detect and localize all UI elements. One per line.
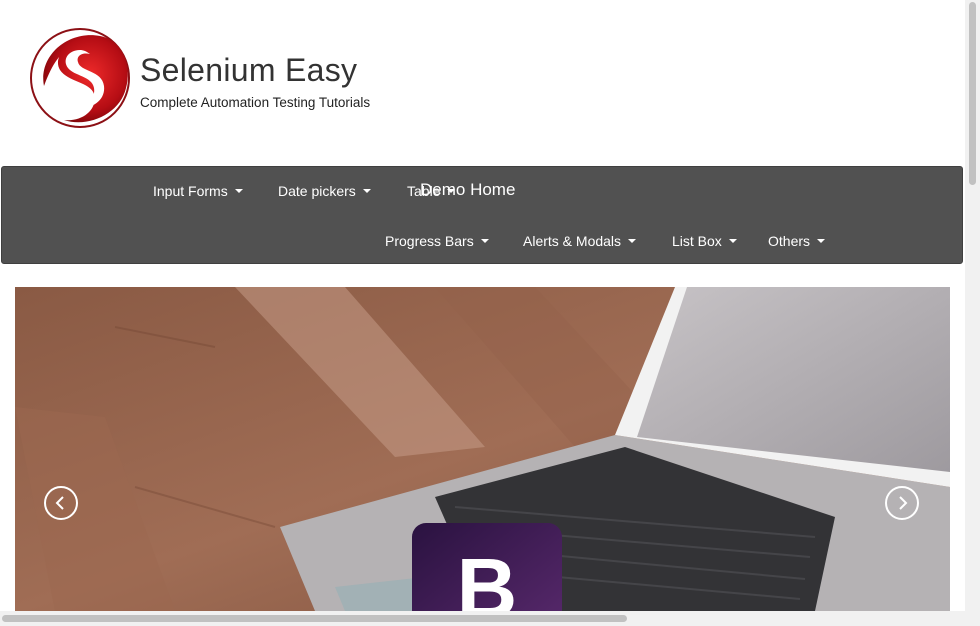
caret-down-icon bbox=[728, 239, 737, 243]
main-navbar: Input Forms Date pickers Table Demo Home… bbox=[1, 166, 963, 264]
nav-list-box-label: List Box bbox=[672, 233, 722, 249]
carousel-prev-button[interactable] bbox=[44, 486, 78, 520]
carousel-next-button[interactable] bbox=[885, 486, 919, 520]
nav-others[interactable]: Others bbox=[768, 233, 826, 249]
caret-down-icon bbox=[480, 239, 489, 243]
chevron-left-icon bbox=[55, 496, 64, 510]
nav-progress-bars-label: Progress Bars bbox=[385, 233, 474, 249]
nav-date-pickers-label: Date pickers bbox=[278, 183, 356, 199]
caret-down-icon bbox=[362, 189, 371, 193]
vertical-scrollbar-thumb[interactable] bbox=[969, 2, 976, 185]
vertical-scrollbar[interactable] bbox=[965, 0, 980, 611]
hero-carousel: B bbox=[15, 287, 950, 611]
scrollbar-corner bbox=[965, 611, 980, 626]
selenium-easy-logo-icon bbox=[30, 28, 130, 128]
site-subtitle: Complete Automation Testing Tutorials bbox=[140, 95, 371, 110]
demo-home-link[interactable]: Demo Home bbox=[420, 180, 515, 200]
horizontal-scrollbar[interactable] bbox=[0, 611, 965, 626]
horizontal-scrollbar-thumb[interactable] bbox=[2, 615, 627, 622]
nav-alerts-modals-label: Alerts & Modals bbox=[523, 233, 622, 249]
caret-down-icon bbox=[234, 189, 243, 193]
nav-others-label: Others bbox=[768, 233, 811, 249]
badge-letter: B bbox=[457, 541, 518, 611]
site-logo[interactable] bbox=[28, 26, 132, 130]
nav-list-box[interactable]: List Box bbox=[672, 233, 737, 249]
nav-input-forms[interactable]: Input Forms bbox=[153, 183, 243, 199]
chevron-right-icon bbox=[899, 496, 908, 510]
nav-input-forms-label: Input Forms bbox=[153, 183, 228, 199]
carousel-slide-image: B bbox=[15, 287, 950, 611]
nav-date-pickers[interactable]: Date pickers bbox=[278, 183, 371, 199]
site-title: Selenium Easy bbox=[140, 52, 358, 88]
nav-progress-bars[interactable]: Progress Bars bbox=[385, 233, 489, 249]
caret-down-icon bbox=[628, 239, 637, 243]
caret-down-icon bbox=[817, 239, 826, 243]
nav-alerts-modals[interactable]: Alerts & Modals bbox=[523, 233, 637, 249]
